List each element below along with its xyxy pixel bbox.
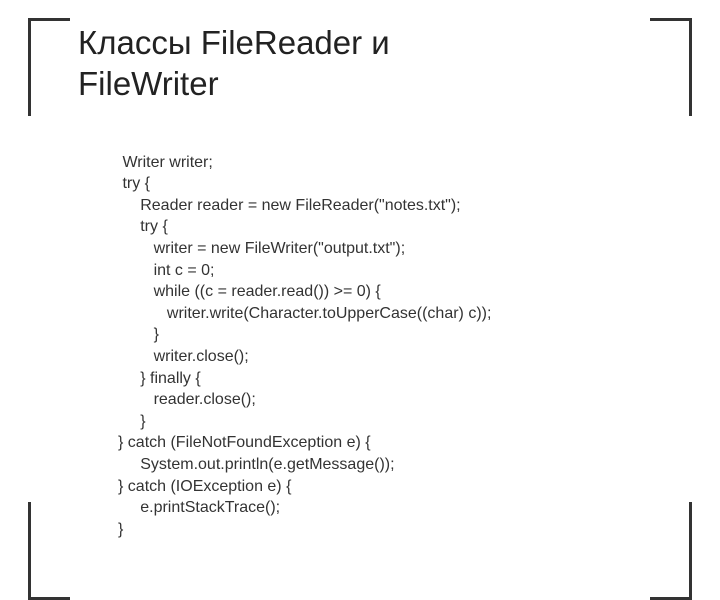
code-line: try { bbox=[118, 175, 150, 192]
frame-corner-bottom-right bbox=[650, 502, 692, 600]
code-line: reader.close(); bbox=[118, 391, 256, 408]
code-line: writer = new FileWriter("output.txt"); bbox=[118, 240, 405, 257]
code-line: } catch (FileNotFoundException e) { bbox=[118, 434, 371, 451]
code-block: Writer writer; try { Reader reader = new… bbox=[118, 130, 491, 540]
slide-title: Классы FileReader и FileWriter bbox=[78, 22, 390, 105]
title-line-1: Классы FileReader и bbox=[78, 24, 390, 61]
code-line: try { bbox=[118, 218, 168, 235]
code-line: e.printStackTrace(); bbox=[118, 499, 280, 516]
code-line: Writer writer; bbox=[118, 154, 213, 171]
code-line: } bbox=[118, 413, 146, 430]
code-line: int c = 0; bbox=[118, 262, 214, 279]
code-line: while ((c = reader.read()) >= 0) { bbox=[118, 283, 381, 300]
frame-corner-top-right bbox=[650, 18, 692, 116]
code-line: } bbox=[118, 326, 159, 343]
code-line: } bbox=[118, 521, 123, 538]
frame-corner-top-left bbox=[28, 18, 70, 116]
code-line: } finally { bbox=[118, 370, 201, 387]
code-line: } catch (IOException e) { bbox=[118, 478, 291, 495]
frame-corner-bottom-left bbox=[28, 502, 70, 600]
code-line: Reader reader = new FileReader("notes.tx… bbox=[118, 197, 461, 214]
code-line: writer.close(); bbox=[118, 348, 249, 365]
title-line-2: FileWriter bbox=[78, 65, 219, 102]
code-line: writer.write(Character.toUpperCase((char… bbox=[118, 305, 491, 322]
code-line: System.out.println(e.getMessage()); bbox=[118, 456, 395, 473]
